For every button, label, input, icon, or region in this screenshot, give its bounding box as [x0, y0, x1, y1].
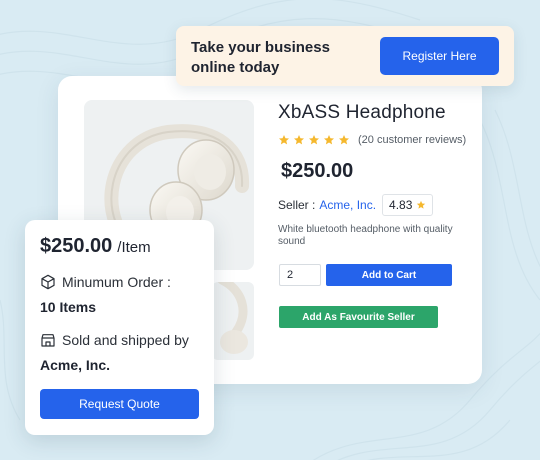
banner-text: Take your business online today — [191, 39, 330, 76]
star-icon — [279, 135, 289, 145]
star-icon — [324, 135, 334, 145]
add-to-cart-button[interactable]: Add to Cart — [326, 264, 452, 286]
quote-price: $250.00 — [40, 235, 113, 257]
box-icon — [41, 274, 55, 290]
seller-label: Seller : — [278, 198, 316, 212]
register-button[interactable]: Register Here — [380, 37, 499, 75]
request-quote-button[interactable]: Request Quote — [40, 389, 199, 419]
min-order-row: Minumum Order : — [40, 274, 171, 290]
product-price: $250.00 — [281, 160, 354, 182]
seller-row: Seller : Acme, Inc. 4.83 — [278, 194, 434, 216]
quote-price-unit: /Item — [117, 239, 151, 256]
sold-by-label: Sold and shipped by — [62, 332, 189, 348]
star-icon — [417, 200, 426, 209]
review-count[interactable]: (20 customer reviews) — [358, 134, 466, 146]
seller-rating-value: 4.83 — [389, 198, 413, 212]
min-order-label: Minumum Order : — [62, 274, 171, 290]
sold-by-value: Acme, Inc. — [40, 357, 111, 373]
quote-price-row: $250.00 /Item — [40, 235, 151, 258]
register-banner: Take your business online today Register… — [176, 26, 514, 86]
min-order-value: 10 Items — [40, 299, 97, 315]
star-icon — [339, 135, 349, 145]
product-title: XbASS Headphone — [278, 102, 446, 123]
quantity-input[interactable] — [279, 264, 321, 286]
product-thumbnail[interactable] — [212, 282, 254, 360]
store-icon — [41, 334, 55, 347]
add-favourite-seller-button[interactable]: Add As Favourite Seller — [279, 306, 438, 328]
quote-card: $250.00 /Item Minumum Order : 10 Items S… — [25, 220, 214, 435]
seller-link[interactable]: Acme, Inc. — [319, 198, 376, 212]
star-icon — [294, 135, 304, 145]
seller-rating-badge: 4.83 — [382, 194, 434, 216]
star-icon — [309, 135, 319, 145]
product-description: White bluetooth headphone with quality s… — [278, 224, 453, 247]
rating-row: (20 customer reviews) — [278, 134, 466, 146]
sold-by-row: Sold and shipped by — [40, 332, 189, 348]
